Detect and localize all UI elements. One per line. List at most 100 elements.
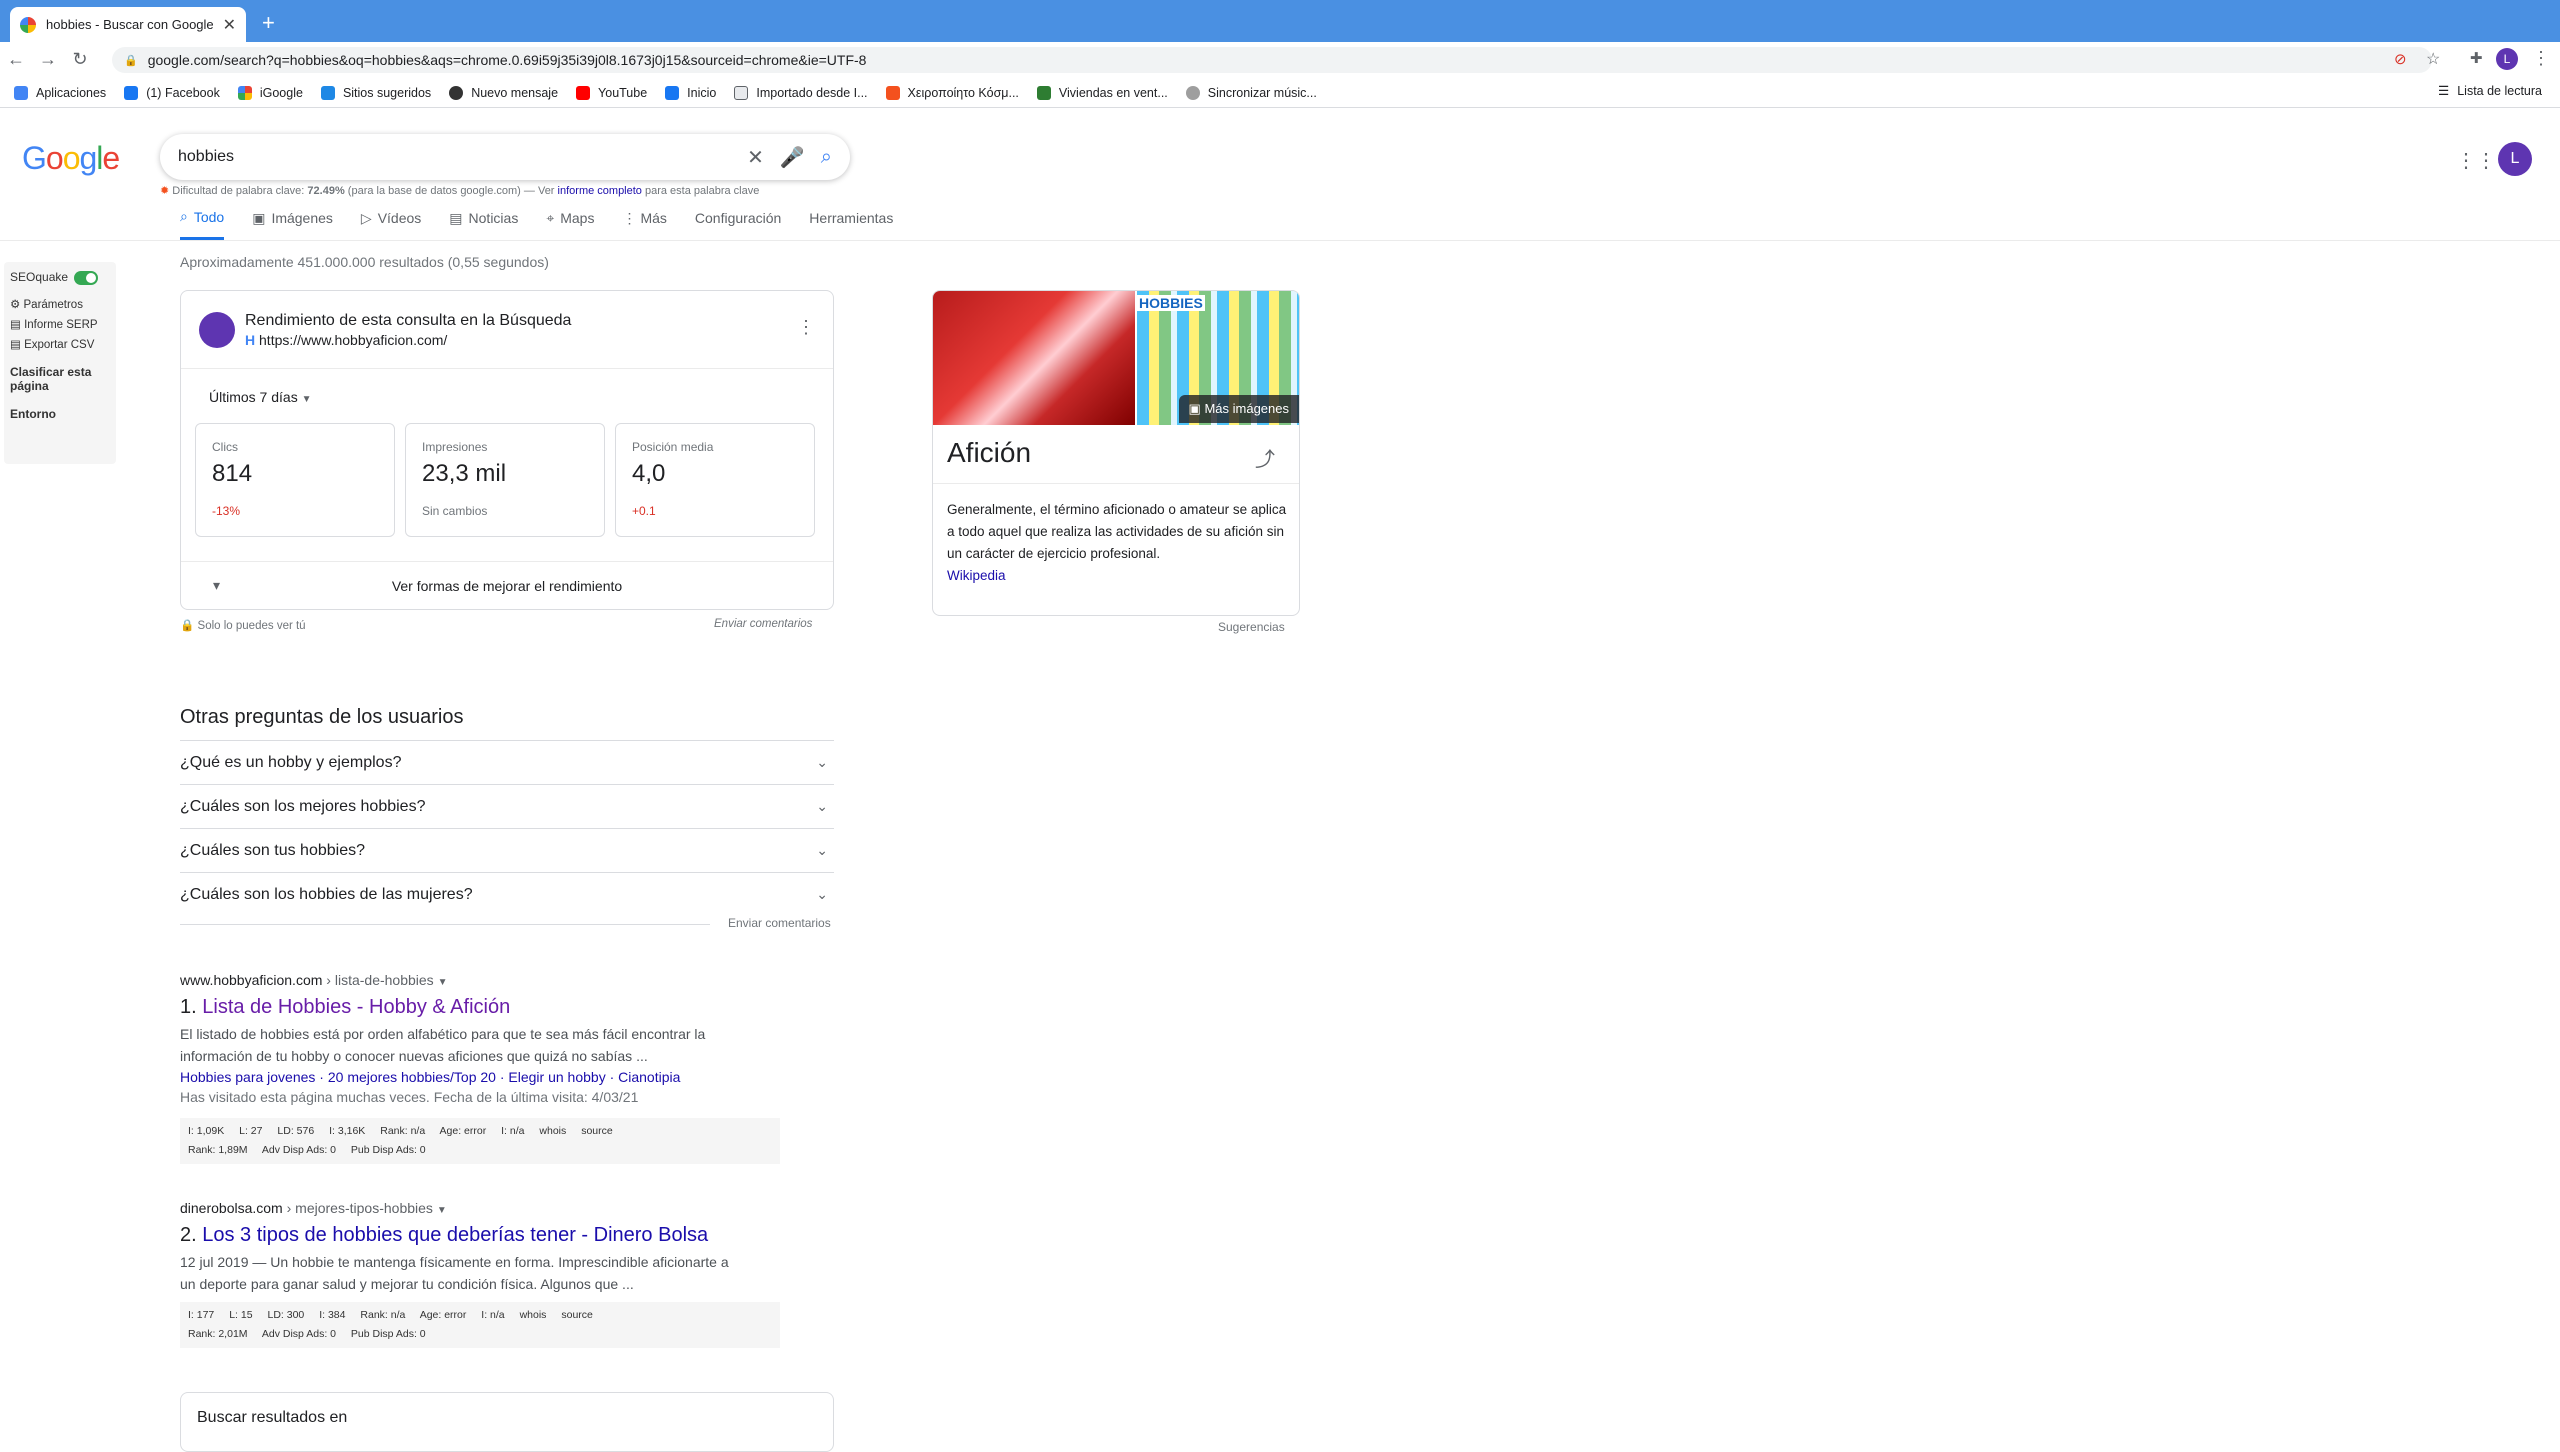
whois-link[interactable]: whois: [539, 1125, 566, 1137]
more-options-icon[interactable]: ⋮: [797, 317, 815, 338]
adv-disp-ads-metric[interactable]: Adv Disp Ads: 0: [262, 1328, 336, 1340]
links-metric[interactable]: L: 15: [229, 1309, 252, 1321]
reading-list[interactable]: ☰ Lista de lectura: [2438, 83, 2542, 99]
url-text[interactable]: google.com/search?q=hobbies&oq=hobbies&a…: [148, 52, 867, 68]
new-tab-button[interactable]: +: [262, 10, 275, 36]
gsc-url[interactable]: H https://www.hobbyaficion.com/: [245, 332, 571, 348]
menu-icon[interactable]: ⋮: [2532, 48, 2550, 69]
paa-question[interactable]: ¿Qué es un hobby y ejemplos? ⌄: [180, 740, 834, 784]
seoquake-export-csv[interactable]: ▤ Exportar CSV: [10, 337, 110, 351]
bookmark-youtube[interactable]: YouTube: [576, 86, 647, 100]
bookmark-imported[interactable]: Importado desde I...: [734, 86, 868, 100]
star-icon[interactable]: ☆: [2426, 49, 2440, 69]
bookmark-inicio[interactable]: Inicio: [665, 86, 716, 100]
reload-icon[interactable]: ↻: [64, 49, 96, 70]
paa-question[interactable]: ¿Cuáles son los hobbies de las mujeres? ⌄: [180, 872, 834, 916]
result-link[interactable]: Los 3 tipos de hobbies que deberías tene…: [202, 1224, 708, 1246]
extensions-icon[interactable]: ✚: [2470, 49, 2483, 67]
lock-icon[interactable]: 🔒: [124, 54, 138, 67]
result-cite[interactable]: dinerobolsa.com › mejores-tipos-hobbies …: [180, 1200, 880, 1216]
paa-feedback-link[interactable]: Enviar comentarios: [728, 916, 831, 930]
bing-index-metric[interactable]: I: 3,16K: [329, 1125, 365, 1137]
search-input[interactable]: hobbies: [178, 148, 731, 166]
forward-icon[interactable]: →: [32, 49, 64, 70]
facebook-metric[interactable]: I: n/a: [481, 1309, 504, 1321]
facebook-metric[interactable]: I: n/a: [501, 1125, 524, 1137]
more-images-button[interactable]: ▣ Más imágenes: [1178, 395, 1299, 423]
back-icon[interactable]: ←: [0, 49, 32, 70]
rank-metric[interactable]: Rank: n/a: [380, 1125, 425, 1137]
share-icon[interactable]: ⤴: [1255, 443, 1275, 472]
gsc-feedback-link[interactable]: Enviar comentarios: [714, 618, 812, 630]
linking-domains-metric[interactable]: LD: 576: [277, 1125, 314, 1137]
bookmark-suggested[interactable]: Sitios sugeridos: [320, 86, 431, 100]
rank-metric[interactable]: Rank: n/a: [360, 1309, 405, 1321]
seoquake-toggle[interactable]: [74, 270, 99, 285]
tab-maps[interactable]: ⌖ Maps: [546, 208, 594, 240]
microphone-icon[interactable]: 🎤: [780, 145, 805, 170]
seoquake-classify[interactable]: Clasificar esta página: [10, 365, 110, 393]
suggestions-link[interactable]: Sugerencias: [1218, 620, 1285, 634]
period-dropdown[interactable]: Últimos 7 días ▼: [209, 389, 312, 405]
tab-settings[interactable]: Configuración: [695, 208, 781, 240]
age-metric[interactable]: Age: error: [420, 1309, 467, 1321]
tab-title: hobbies - Buscar con Google: [46, 17, 214, 32]
profile-button[interactable]: L: [2496, 48, 2518, 70]
paa-question[interactable]: ¿Cuáles son tus hobbies? ⌄: [180, 828, 834, 872]
tab-more[interactable]: ⋮ Más: [622, 208, 666, 240]
seoquake-parameters[interactable]: ⚙ Parámetros: [10, 297, 110, 311]
tab-news[interactable]: ▤ Noticias: [449, 208, 518, 240]
tab-all[interactable]: ⌕ Todo: [180, 208, 225, 240]
address-bar[interactable]: 🔒 google.com/search?q=hobbies&oq=hobbies…: [112, 47, 2432, 73]
full-report-link[interactable]: informe completo: [558, 185, 642, 197]
source-link[interactable]: source: [561, 1309, 593, 1321]
google-index-metric[interactable]: I: 177: [188, 1309, 214, 1321]
bookmark-apps[interactable]: Aplicaciones: [14, 86, 106, 100]
semrush-rank-metric[interactable]: Rank: 2,01M: [188, 1328, 248, 1340]
result-link[interactable]: Lista de Hobbies - Hobby & Afición: [202, 996, 510, 1018]
bing-index-metric[interactable]: I: 384: [319, 1309, 345, 1321]
close-tab-icon[interactable]: ✕: [223, 15, 236, 35]
age-metric[interactable]: Age: error: [440, 1125, 487, 1137]
bookmark-facebook[interactable]: (1) Facebook: [124, 86, 220, 100]
whois-link[interactable]: whois: [520, 1309, 547, 1321]
improve-performance-button[interactable]: ▾ Ver formas de mejorar el rendimiento: [181, 561, 833, 609]
search-box[interactable]: hobbies ✕ 🎤 ⌕: [160, 134, 850, 180]
seoquake-header[interactable]: SEOquake: [10, 270, 110, 285]
pub-disp-ads-metric[interactable]: Pub Disp Ads: 0: [351, 1144, 426, 1156]
search-console-card: Rendimiento de esta consulta en la Búsqu…: [180, 290, 834, 610]
semrush-rank-metric[interactable]: Rank: 1,89M: [188, 1144, 248, 1156]
source-link[interactable]: source: [581, 1125, 613, 1137]
bookmark-greek[interactable]: Χειροποίητο Κόσμ...: [885, 86, 1019, 100]
linking-domains-metric[interactable]: LD: 300: [267, 1309, 304, 1321]
video-icon: ▷: [360, 209, 372, 226]
tab-tools[interactable]: Herramientas: [809, 208, 893, 240]
wikipedia-link[interactable]: Wikipedia: [947, 568, 1006, 583]
bookmark-igoogle[interactable]: iGoogle: [237, 86, 303, 100]
result-cite[interactable]: www.hobbyaficion.com › lista-de-hobbies …: [180, 972, 880, 988]
browser-tab[interactable]: hobbies - Buscar con Google ✕: [10, 7, 246, 42]
clear-icon[interactable]: ✕: [747, 145, 764, 170]
adv-disp-ads-metric[interactable]: Adv Disp Ads: 0: [262, 1144, 336, 1156]
seoquake-serp-report[interactable]: ▤ Informe SERP: [10, 317, 110, 331]
bookmark-new-message[interactable]: Nuevo mensaje: [449, 86, 558, 100]
fans-photo[interactable]: [933, 291, 1135, 425]
pub-disp-ads-metric[interactable]: Pub Disp Ads: 0: [351, 1328, 426, 1340]
result-title: 2. Los 3 tipos de hobbies que deberías t…: [180, 1224, 709, 1246]
dropdown-arrow-icon[interactable]: ▼: [437, 1205, 447, 1216]
avatar[interactable]: L: [2498, 142, 2532, 176]
blocked-icon[interactable]: ⊘: [2394, 50, 2407, 68]
bookmark-housing[interactable]: Viviendas en vent...: [1036, 86, 1168, 100]
google-index-metric[interactable]: I: 1,09K: [188, 1125, 224, 1137]
result-sitelinks[interactable]: Hobbies para jovenes · 20 mejores hobbie…: [180, 1069, 880, 1085]
bookmark-sync-music[interactable]: Sincronizar músic...: [1185, 86, 1317, 100]
paa-question[interactable]: ¿Cuáles son los mejores hobbies? ⌄: [180, 784, 834, 828]
dropdown-arrow-icon[interactable]: ▼: [438, 977, 448, 988]
tab-videos[interactable]: ▷ Vídeos: [361, 208, 421, 240]
seoquake-environment[interactable]: Entorno: [10, 407, 110, 421]
tab-images[interactable]: ▣ Imágenes: [252, 208, 333, 240]
house-icon: [1036, 86, 1051, 100]
google-logo[interactable]: Google: [22, 140, 120, 177]
links-metric[interactable]: L: 27: [239, 1125, 262, 1137]
search-icon[interactable]: ⌕: [821, 146, 832, 169]
